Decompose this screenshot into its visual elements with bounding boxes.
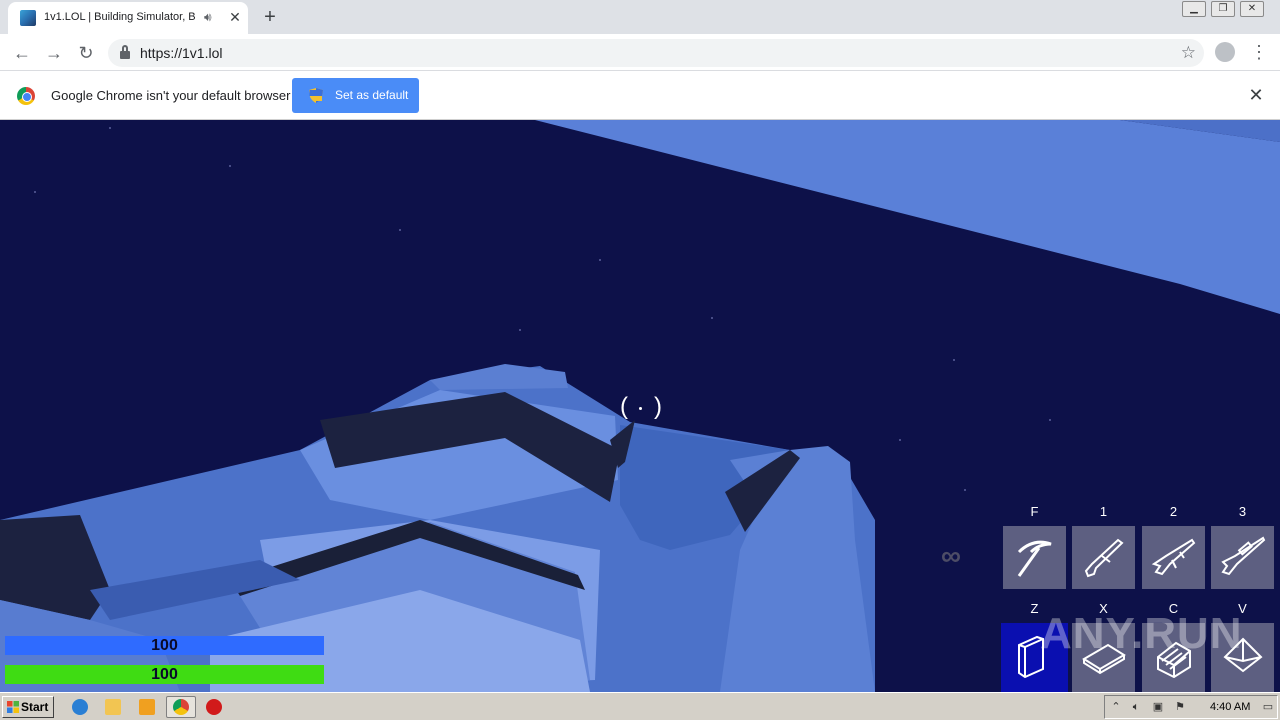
chrome-taskbar-button[interactable] [166,696,196,718]
crosshair-icon: () [620,393,662,420]
kebab-menu-icon[interactable]: ⋮ [1250,40,1268,64]
chrome-icon [173,699,189,715]
chrome-logo-icon [17,87,35,105]
action-center-flag-icon[interactable]: ⚑ [1173,701,1187,714]
system-tray: ⌃ 🔈︎ ▣ ⚑ 4:40 AM ▭ [1104,695,1278,719]
speaker-icon[interactable]: 🔊︎ [204,10,218,26]
clock[interactable]: 4:40 AM [1210,701,1250,713]
close-window-button[interactable]: ✕ [1240,1,1264,17]
start-button[interactable]: Start [2,696,54,718]
address-bar[interactable]: https://1v1.lol ☆ [108,39,1204,67]
tab-title: 1v1.LOL | Building Simulator, Battle [44,11,196,23]
hotbar-slot-assault-rifle[interactable] [1142,526,1205,589]
assault-rifle-icon [1151,538,1196,576]
taskbar: Start ⌃ 🔈︎ ▣ ⚑ 4:40 AM ▭ [0,692,1280,720]
minimize-button[interactable]: ▁ [1182,1,1206,17]
hotbar-slot-pickaxe[interactable] [1003,526,1066,589]
reload-icon[interactable]: ↻ [74,41,98,65]
show-desktop-icon[interactable]: ▭ [1261,701,1275,714]
url-text[interactable]: https://1v1.lol [140,45,223,61]
show-hidden-icons-icon[interactable]: ⌃ [1109,701,1123,714]
restore-button[interactable]: ❐ [1211,1,1235,17]
tab-close-button[interactable]: ✕ [227,9,243,25]
hotbar-key-1: 1 [1099,504,1108,519]
profile-avatar-icon[interactable] [1215,42,1235,62]
game-canvas[interactable]: () 100 100 ∞ F 1 2 3 Z X C V ANY.RUN [0,120,1280,692]
infobar-close-button[interactable]: ✕ [1247,85,1265,105]
windows-flag-icon [7,701,19,713]
start-label: Start [21,700,49,714]
pickaxe-icon [1017,540,1052,577]
anyrun-watermark: ANY.RUN [1040,609,1243,658]
back-arrow-icon[interactable]: ← [10,41,34,65]
hotbar-key-2: 2 [1169,504,1178,519]
hotbar-slot-shotgun[interactable] [1072,526,1135,589]
window-controls: ▁ ❐ ✕ [1182,0,1272,18]
browser-tab[interactable]: 1v1.LOL | Building Simulator, Battle 🔊︎ … [8,2,248,34]
stop-icon[interactable] [206,699,222,715]
browser-toolbar: ← → ↻ https://1v1.lol ☆ ⋮ [0,34,1280,71]
sniper-rifle-icon [1221,536,1266,576]
shield-bar: 100 [5,636,324,655]
bookmark-star-icon[interactable]: ☆ [1181,43,1196,63]
health-bar: 100 [5,665,324,684]
infobar-message: Google Chrome isn't your default browser [51,88,291,103]
new-tab-button[interactable]: + [258,5,282,29]
shotgun-icon [1084,538,1124,578]
network-icon[interactable]: ▣ [1151,701,1165,714]
uac-shield-icon [309,88,323,103]
hotbar-key-f: F [1030,504,1039,519]
tab-strip: 1v1.LOL | Building Simulator, Battle 🔊︎ … [0,0,1280,34]
lock-icon[interactable] [120,45,130,59]
shield-value: 100 [151,637,178,654]
1v1lol-favicon-icon [20,10,36,26]
hotbar-slot-sniper-rifle[interactable] [1211,526,1274,589]
default-browser-infobar: Google Chrome isn't your default browser… [0,71,1280,120]
forward-arrow-icon[interactable]: → [42,41,66,65]
media-player-icon[interactable] [139,699,155,715]
health-value: 100 [151,666,178,683]
internet-explorer-icon[interactable] [72,699,88,715]
set-as-default-button[interactable]: Set as default [292,78,419,113]
hotbar-key-3: 3 [1238,504,1247,519]
set-as-default-label: Set as default [335,88,409,102]
volume-icon[interactable]: 🔈︎ [1129,701,1143,714]
ammo-infinity-indicator: ∞ [941,540,961,571]
file-explorer-icon[interactable] [105,699,121,715]
